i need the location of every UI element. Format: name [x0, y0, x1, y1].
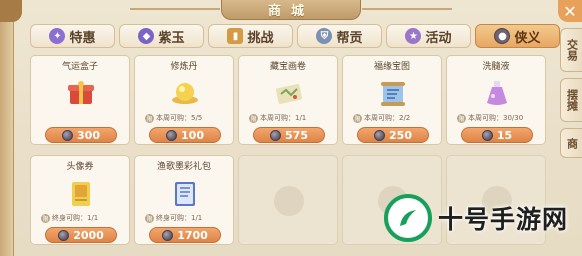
shop-item-card[interactable]: 修炼丹 限 本周可购：5/5 100: [134, 55, 234, 145]
tab-label: 侠义: [514, 30, 541, 46]
shield-icon: ⛨: [316, 28, 333, 44]
side-tabs: 交易 摆摊 商: [560, 28, 582, 164]
item-name: 福缘宝图: [373, 62, 410, 72]
buy-button[interactable]: 100: [149, 127, 221, 143]
purchase-limit: 限 本周可购：30/30: [457, 113, 541, 123]
gift-pack-icon: [175, 182, 195, 206]
tab-tiaozhan[interactable]: ▮ 挑战: [208, 24, 293, 48]
buy-button[interactable]: 15: [461, 127, 533, 143]
coin-icon: ●: [494, 28, 511, 44]
item-name: 气运盒子: [61, 62, 98, 72]
shop-item-card[interactable]: 头像券 限 终身可购：1/1 2000: [30, 155, 130, 245]
shop-item-card[interactable]: 气运盒子 300: [30, 55, 130, 145]
item-name: 头像券: [66, 162, 94, 172]
buy-button[interactable]: 1700: [149, 227, 221, 243]
coin-icon: [481, 129, 493, 141]
item-price: 15: [496, 128, 513, 142]
item-name: 渔歌墨彩礼包: [156, 162, 211, 172]
side-tab-stall[interactable]: 摆摊: [560, 78, 582, 122]
fortune-scroll-icon: [381, 82, 405, 106]
item-price: 1700: [177, 228, 208, 242]
side-tab-trade[interactable]: 交易: [560, 28, 582, 72]
left-decor-rail: [0, 22, 14, 256]
buy-button[interactable]: 575: [253, 127, 325, 143]
limit-text: 终身可购：1/1: [156, 214, 203, 222]
empty-slot: [238, 155, 338, 245]
item-price: 100: [181, 128, 204, 142]
buy-button[interactable]: 300: [45, 127, 117, 143]
gem-icon: ◆: [138, 28, 155, 44]
corner-ornament: [0, 0, 22, 22]
item-name: 藏宝画卷: [269, 62, 306, 72]
coin-icon: [162, 229, 174, 241]
limit-icon: 限: [41, 213, 50, 223]
tab-huodong[interactable]: ★ 活动: [386, 24, 471, 48]
limit-icon: 限: [145, 113, 154, 123]
watermark: 十号手游网: [384, 180, 582, 256]
limit-icon: 限: [145, 213, 154, 223]
placeholder-icon: [274, 186, 304, 216]
category-tabs: ✦ 特惠 ◆ 紫玉 ▮ 挑战 ⛨ 帮贡 ★ 活动 ● 侠义: [30, 24, 560, 50]
tab-label: 特惠: [69, 30, 96, 46]
coin-icon: [166, 129, 178, 141]
shop-title: 商城: [221, 0, 361, 20]
purchase-limit: 限 本周可购：2/2: [353, 113, 437, 123]
purchase-limit: 限 本周可购：5/5: [145, 113, 229, 123]
tab-label: 帮贡: [336, 30, 363, 46]
buy-button[interactable]: 250: [357, 127, 429, 143]
limit-icon: 限: [457, 113, 466, 123]
limit-text: 本周可购：2/2: [364, 114, 411, 122]
limit-icon: 限: [249, 113, 258, 123]
purchase-limit: 限 终身可购：1/1: [41, 213, 125, 223]
watermark-text: 十号手游网: [438, 205, 569, 234]
title-decor-left: [130, 8, 220, 10]
close-icon: ✕: [563, 1, 577, 21]
tab-label: 紫玉: [158, 30, 185, 46]
potion-icon: [487, 81, 507, 105]
treasure-map-icon: [275, 84, 303, 104]
tab-label: 挑战: [247, 30, 274, 46]
tab-label: 活动: [425, 30, 452, 46]
limit-text: 终身可购：1/1: [52, 214, 99, 222]
item-price: 575: [285, 128, 308, 142]
gift-icon: ✦: [49, 28, 66, 44]
tab-banggong[interactable]: ⛨ 帮贡: [297, 24, 382, 48]
coin-icon: [374, 129, 386, 141]
limit-text: 本周可购：30/30: [468, 114, 524, 122]
tab-ziyu[interactable]: ◆ 紫玉: [119, 24, 204, 48]
purchase-limit: 限 终身可购：1/1: [145, 213, 229, 223]
flag-icon: ▮: [227, 28, 244, 44]
avatar-ticket-icon: [72, 182, 90, 206]
item-price: 250: [389, 128, 412, 142]
tab-tehui[interactable]: ✦ 特惠: [30, 24, 115, 48]
coin-icon: [270, 129, 282, 141]
item-name: 洗髓液: [482, 62, 510, 72]
limit-text: 本周可购：1/1: [260, 114, 307, 122]
coin-icon: [62, 129, 74, 141]
purchase-limit: 限 本周可购：1/1: [249, 113, 333, 123]
golden-pill-icon: [172, 83, 198, 104]
title-decor-right: [362, 8, 452, 10]
item-price: 300: [77, 128, 100, 142]
lucky-box-icon: [68, 81, 94, 104]
side-tab-shop[interactable]: 商: [560, 128, 582, 158]
close-button[interactable]: ✕: [558, 0, 582, 22]
shop-item-card[interactable]: 福缘宝图 限 本周可购：2/2 250: [342, 55, 442, 145]
coin-icon: [58, 229, 70, 241]
shop-item-card[interactable]: 藏宝画卷 限 本周可购：1/1 575: [238, 55, 338, 145]
limit-icon: 限: [353, 113, 362, 123]
item-price: 2000: [73, 228, 104, 242]
limit-text: 本周可购：5/5: [156, 114, 203, 122]
item-name: 修炼丹: [170, 62, 198, 72]
shop-item-card[interactable]: 洗髓液 限 本周可购：30/30 15: [446, 55, 546, 145]
tab-xiayi[interactable]: ● 侠义: [475, 24, 560, 48]
shop-item-card[interactable]: 渔歌墨彩礼包 限 终身可购：1/1 1700: [134, 155, 234, 245]
star-icon: ★: [405, 28, 422, 44]
buy-button[interactable]: 2000: [45, 227, 117, 243]
watermark-logo-icon: [384, 194, 432, 242]
